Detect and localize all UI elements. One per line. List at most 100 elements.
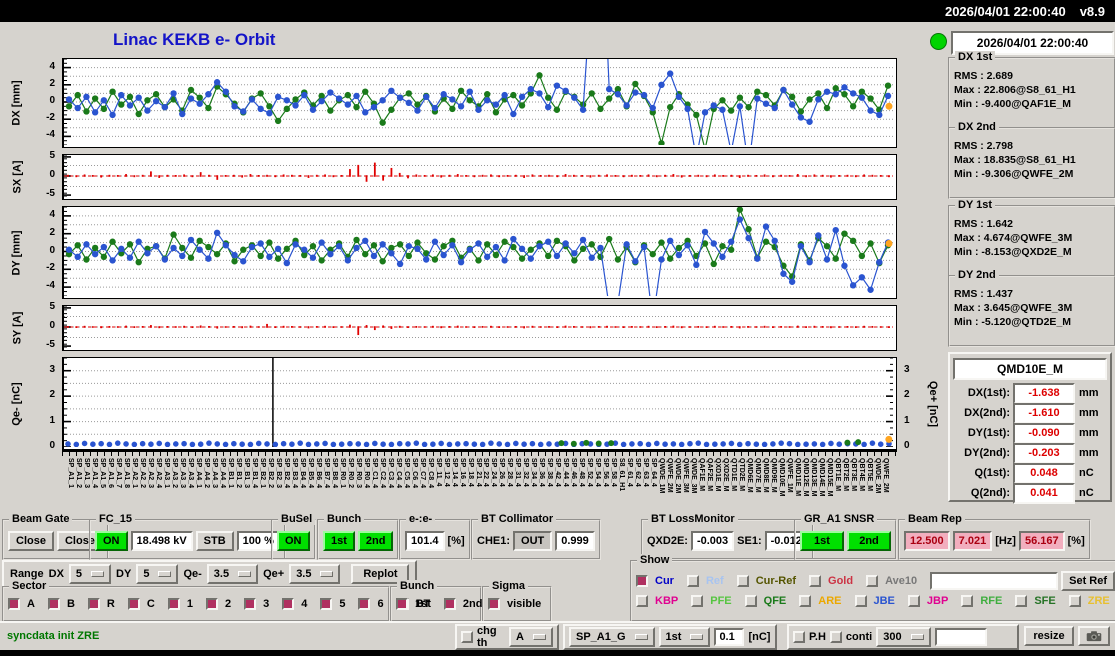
bpm-label: SP_A1_6 (106, 458, 114, 488)
bpm-label: QWDE_2M (874, 458, 881, 494)
free-input[interactable] (934, 628, 987, 646)
bunch-filter-2nd-checkbox[interactable] (443, 598, 456, 610)
sector-c-checkbox[interactable] (127, 598, 140, 610)
range-qe-minus-dropdown[interactable]: 3.5 (206, 564, 259, 584)
show-curref-checkbox[interactable] (736, 575, 749, 587)
qe-chart-row: Qe- [nC] 0123 0123 Qe+ [nC] (0, 357, 947, 451)
show-rfe-checkbox[interactable] (961, 595, 974, 607)
bpm-label: SP_18_4 (466, 458, 474, 487)
bpm-label: QWDE_2M (674, 458, 682, 494)
dx-axis-label: DX [mm] (11, 80, 24, 126)
stats-dx-2nd: DX 2nd RMS : 2.798 Max : 18.835@S8_61_H1… (948, 121, 1115, 199)
bpm-label: SP_C6_4 (410, 458, 418, 488)
beam-gate-close-button-1[interactable]: Close (8, 531, 54, 551)
sector-6-checkbox[interactable] (358, 598, 371, 610)
show-ref-checkbox[interactable] (686, 575, 699, 587)
dy-plot (62, 206, 897, 299)
gr-a1-1st-button[interactable]: 1st (800, 531, 844, 551)
ref-file-input[interactable] (930, 572, 1059, 590)
show-label: Cur (655, 575, 674, 587)
range-dy-dropdown[interactable]: 5 (136, 564, 179, 584)
bpm-label: SP_11_4 (434, 458, 442, 487)
sp-dropdown[interactable]: SP_A1_G (569, 627, 655, 647)
beam-rep-1st-readout: 12.500 (904, 531, 950, 551)
range-qe-plus-dropdown[interactable]: 3.5 (289, 564, 341, 584)
threshold-input[interactable] (714, 628, 745, 646)
bpm-label: QWFE_1M (786, 458, 794, 493)
sector-label: A (27, 598, 35, 610)
sx-chart-row: SX [A] -5 0 5 (0, 150, 947, 200)
bpm-label: QBT1E_M (834, 458, 842, 492)
ee-ratio-group: e-:e- 101.4 [%] (399, 513, 471, 560)
fc15-group: FC_15 ON 18.498 kV STB 100 % (89, 513, 286, 560)
show-are-checkbox[interactable] (799, 595, 812, 607)
bunch-filter-1st-checkbox[interactable] (396, 598, 408, 610)
show-jbe-checkbox[interactable] (854, 595, 867, 607)
che1-out-button[interactable]: OUT (513, 531, 553, 551)
sy-axis-label: SY [A] (11, 311, 23, 345)
bpm-label: SP_24_4 (490, 458, 498, 487)
show-sfe-checkbox[interactable] (1015, 595, 1028, 607)
sigma-visible-checkbox[interactable] (488, 598, 500, 610)
screenshot-button[interactable] (1078, 626, 1110, 646)
qe-plot (62, 357, 897, 450)
bunch-2nd-button[interactable]: 2nd (357, 531, 394, 551)
fc15-on-button[interactable]: ON (95, 531, 128, 551)
monitor-value: -0.203 (1013, 442, 1075, 464)
bpm-label: SP_A1_8 (122, 458, 130, 488)
bpm-label: QXD1E_M (714, 458, 722, 492)
sector-r-checkbox[interactable] (87, 598, 100, 610)
bpm-label: SP_22_4 (482, 458, 490, 487)
bpm-label: SP_32_4 (522, 458, 530, 487)
bpm-label: SP_44_4 (562, 458, 570, 487)
sector-5-checkbox[interactable] (320, 598, 333, 610)
count-dropdown[interactable]: 300 (876, 627, 931, 647)
ph-checkbox[interactable] (793, 631, 805, 643)
show-pfe-checkbox[interactable] (691, 595, 704, 607)
range-panel: Range DX 5 DY 5 Qe- 3.5 Qe+ 3.5 Replot (2, 560, 418, 588)
qe-minus-axis-label: Qe- [nC] (11, 381, 24, 426)
chg-th-dropdown[interactable]: A (509, 627, 553, 647)
chg-th-checkbox[interactable] (461, 631, 473, 643)
show-qfe-checkbox[interactable] (744, 595, 757, 607)
range-dx-dropdown[interactable]: 5 (68, 564, 112, 584)
che1-readout: 0.999 (555, 531, 595, 551)
show-label: JBP (926, 595, 949, 607)
show-ave10-checkbox[interactable] (866, 575, 879, 587)
bpm-label: SP_52_4 (586, 458, 594, 487)
busel-on-button[interactable]: ON (277, 531, 310, 551)
bunch-dropdown[interactable]: 1st (658, 627, 711, 647)
dx-chart-row: DX [mm] -4 -2 0 2 4 (0, 58, 947, 148)
sector-a-checkbox[interactable] (8, 598, 20, 610)
show-cur-checkbox[interactable] (636, 575, 648, 587)
bpm-label: QMD7E_M (754, 458, 762, 493)
show-jbp-checkbox[interactable] (907, 595, 920, 607)
bpm-label: SP_A4_3 (210, 458, 218, 488)
bpm-label: SP_B1_1 (226, 458, 234, 488)
conti-checkbox[interactable] (829, 631, 842, 643)
gr-a1-2nd-button[interactable]: 2nd (847, 531, 891, 551)
bpm-label: SP_A1_4 (90, 458, 98, 488)
sector-3-checkbox[interactable] (244, 598, 257, 610)
show-zre-checkbox[interactable] (1068, 595, 1081, 607)
sector-4-checkbox[interactable] (282, 598, 295, 610)
bpm-label: SP_42_4 (554, 458, 562, 487)
set-ref-button[interactable]: Set Ref (1061, 571, 1115, 591)
show-kbp-checkbox[interactable] (636, 595, 648, 607)
bpm-label: SP_31_4 (514, 458, 522, 487)
sector-1-checkbox[interactable] (167, 598, 180, 610)
sector-b-checkbox[interactable] (47, 598, 60, 610)
bpm-label: SP_A4_2 (202, 458, 210, 488)
title-bar: 2026/04/01 22:00:40 v8.9 (0, 0, 1115, 22)
show-label: Ref (705, 575, 724, 587)
resize-button[interactable]: resize (1024, 626, 1074, 646)
dropdown-indicator-icon (320, 571, 334, 577)
show-gold-checkbox[interactable] (809, 575, 822, 587)
bpm-label: QAF1E_M (698, 458, 706, 492)
bpm-label: SP_48_4 (578, 458, 586, 487)
bpm-label: SP_64_4 (650, 458, 658, 487)
dy-axis-label: DY [mm] (11, 229, 23, 276)
sector-2-checkbox[interactable] (205, 598, 218, 610)
fc15-stb-button[interactable]: STB (195, 531, 234, 551)
bunch-1st-button[interactable]: 1st (323, 531, 355, 551)
